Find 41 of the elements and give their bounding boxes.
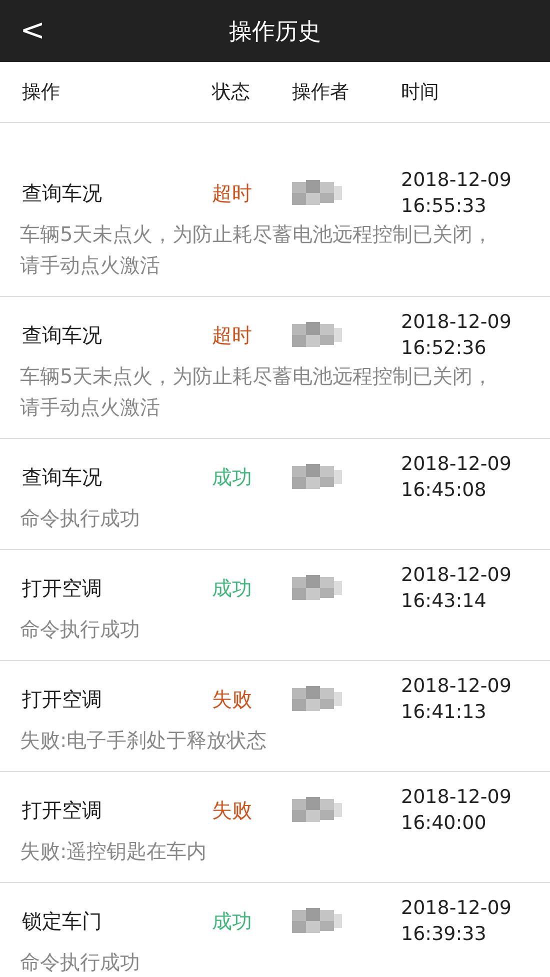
operation-text: 打开空调 bbox=[22, 686, 102, 712]
date-text: 2018-12-09 bbox=[401, 674, 512, 699]
operation-text: 查询车况 bbox=[22, 464, 102, 490]
date-text: 2018-12-09 bbox=[401, 452, 512, 477]
operation-text: 锁定车门 bbox=[22, 908, 102, 934]
status-text: 失败 bbox=[212, 796, 252, 824]
operation-text: 查询车况 bbox=[22, 322, 102, 348]
date-text: 2018-12-09 bbox=[401, 896, 512, 921]
time-text: 16:55:33 bbox=[401, 194, 486, 219]
status-text: 成功 bbox=[212, 464, 252, 490]
result-message: 命令执行成功 bbox=[19, 949, 141, 976]
time-text: 16:43:14 bbox=[401, 589, 486, 614]
result-message: 失败:电子手刹处于释放状态 bbox=[19, 727, 268, 754]
result-message: 失败:遥控钥匙在车内 bbox=[19, 838, 208, 865]
column-header: 操作者 bbox=[292, 80, 349, 105]
status-text: 失败 bbox=[212, 686, 252, 712]
column-header: 状态 bbox=[212, 80, 250, 105]
result-message: 命令执行成功 bbox=[19, 505, 141, 532]
result-message: 命令执行成功 bbox=[19, 616, 141, 643]
time-text: 16:45:08 bbox=[401, 478, 486, 503]
back-button[interactable]: < bbox=[12, 12, 54, 50]
operation-text: 查询车况 bbox=[22, 180, 102, 206]
time-text: 16:52:36 bbox=[401, 336, 486, 361]
date-text: 2018-12-09 bbox=[401, 310, 512, 335]
time-text: 16:41:13 bbox=[401, 700, 486, 725]
date-text: 2018-12-09 bbox=[401, 785, 512, 810]
operation-text: 打开空调 bbox=[22, 796, 102, 824]
column-header: 时间 bbox=[401, 80, 439, 105]
time-text: 16:39:33 bbox=[401, 922, 486, 947]
date-text: 2018-12-09 bbox=[401, 563, 512, 588]
result-message: 车辆5天未点火，为防止耗尽蓄电池远程控制已关闭，请手动点火激活 bbox=[19, 363, 494, 421]
status-text: 超时 bbox=[212, 322, 252, 348]
date-text: 2018-12-09 bbox=[401, 168, 512, 193]
result-message: 车辆5天未点火，为防止耗尽蓄电池远程控制已关闭，请手动点火激活 bbox=[19, 221, 494, 279]
page-title: 操作历史 bbox=[229, 18, 321, 46]
status-text: 成功 bbox=[212, 908, 252, 934]
status-text: 成功 bbox=[212, 574, 252, 602]
operation-text: 打开空调 bbox=[22, 574, 102, 602]
column-header: 操作 bbox=[22, 80, 60, 105]
time-text: 16:40:00 bbox=[401, 811, 486, 836]
status-text: 超时 bbox=[212, 180, 252, 206]
